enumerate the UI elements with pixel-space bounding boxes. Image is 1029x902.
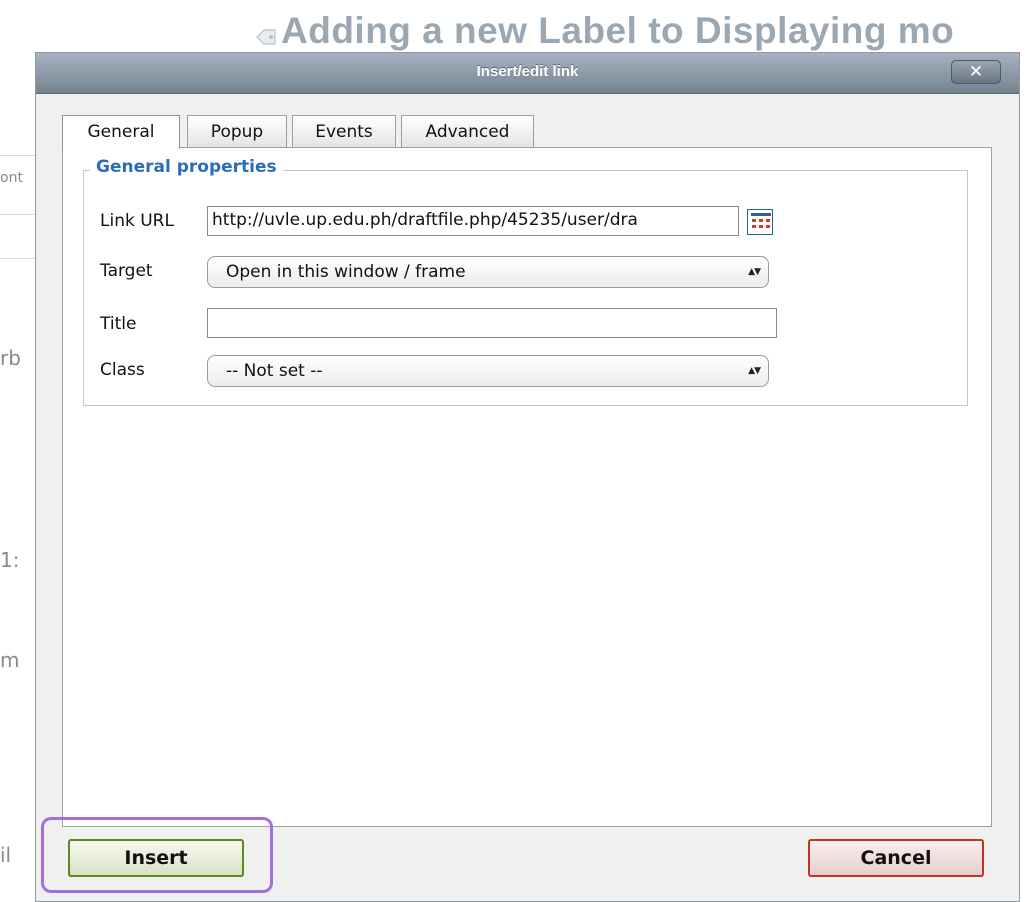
background-divider <box>0 258 40 259</box>
title-label: Title <box>100 314 137 334</box>
general-tab-panel: General properties Link URL http://uvle.… <box>62 147 992 827</box>
background-divider <box>0 214 40 215</box>
background-fragment: il <box>0 843 12 867</box>
dialog-title: Insert/edit link <box>476 63 579 80</box>
insert-button-highlight <box>41 817 273 893</box>
link-url-label: Link URL <box>100 211 174 231</box>
background-page-heading: Adding a new Label to Displaying mo <box>255 10 1029 52</box>
target-select-value: Open in this window / frame <box>226 262 466 282</box>
background-divider <box>0 155 40 156</box>
insert-edit-link-dialog: Insert/edit link ✕ General Popup Events … <box>35 52 1020 902</box>
background-fragment: ont <box>0 170 23 186</box>
link-url-input[interactable]: http://uvle.up.edu.ph/draftfile.php/4523… <box>207 206 739 236</box>
background-fragment: rb <box>0 346 21 370</box>
fieldset-legend: General properties <box>90 157 283 177</box>
class-select-value: -- Not set -- <box>226 361 323 381</box>
dialog-titlebar[interactable]: Insert/edit link ✕ <box>36 53 1019 94</box>
close-button[interactable]: ✕ <box>951 60 1001 84</box>
tab-events[interactable]: Events <box>292 115 396 147</box>
target-label: Target <box>100 261 153 281</box>
target-select[interactable]: Open in this window / frame ▲▼ <box>207 256 769 288</box>
background-fragment: m <box>0 648 20 672</box>
tag-icon <box>255 13 277 45</box>
select-arrows-icon: ▲▼ <box>748 366 761 376</box>
browse-icon[interactable] <box>747 209 773 235</box>
background-heading-text: Adding a new Label to Displaying mo <box>281 10 955 51</box>
tab-general[interactable]: General <box>62 115 180 149</box>
general-properties-fieldset: General properties Link URL http://uvle.… <box>83 157 968 406</box>
tab-advanced[interactable]: Advanced <box>401 115 534 147</box>
title-input[interactable] <box>207 308 777 338</box>
tab-popup[interactable]: Popup <box>187 115 287 147</box>
close-icon: ✕ <box>968 62 984 82</box>
class-label: Class <box>100 360 145 380</box>
select-arrows-icon: ▲▼ <box>748 267 761 277</box>
cancel-button[interactable]: Cancel <box>808 839 984 877</box>
class-select[interactable]: -- Not set -- ▲▼ <box>207 355 769 387</box>
background-fragment: 1: <box>0 548 20 572</box>
